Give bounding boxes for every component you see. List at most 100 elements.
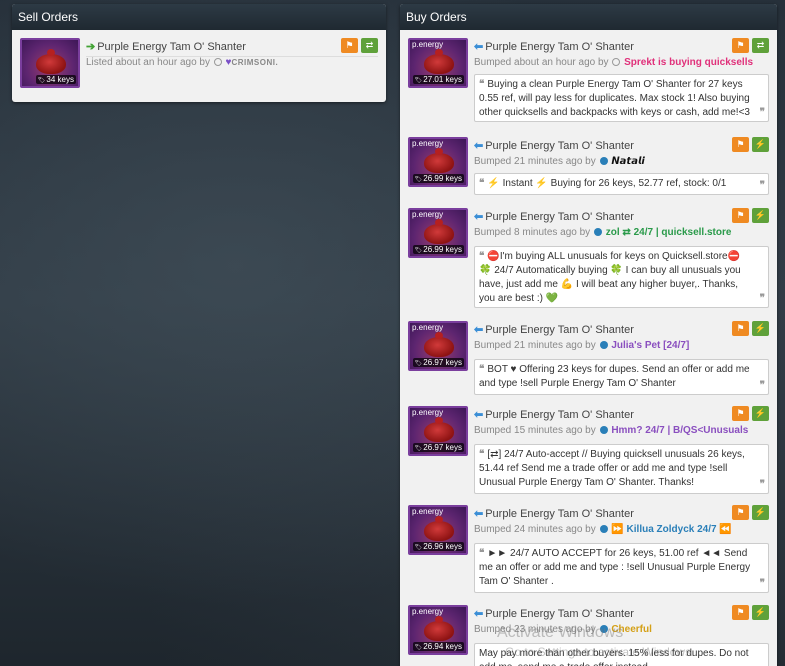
effect-label: p.energy [412, 323, 444, 332]
item-title[interactable]: ⬅ Purple Energy Tam O' Shanter [474, 607, 634, 620]
item-image[interactable]: p.energy 26.97 keys [408, 321, 468, 371]
status-dot [593, 228, 602, 236]
item-name: Purple Energy Tam O' Shanter [485, 409, 634, 421]
buyer-username[interactable]: Julia's Pet [24/7] [611, 340, 689, 351]
item-title[interactable]: ⬅ Purple Energy Tam O' Shanter [474, 139, 634, 152]
arrow-left-icon: ⬅ [474, 211, 484, 223]
bumped-time: Bumped 8 minutes ago by [474, 227, 591, 238]
quote-open-icon: ❝ [479, 364, 485, 375]
listing-actions: ⚑ ⚡ [732, 605, 769, 620]
item-title[interactable]: ⬅ Purple Energy Tam O' Shanter [474, 507, 634, 520]
item-title[interactable]: ⬅ Purple Energy Tam O' Shanter [474, 210, 634, 223]
status-dot [599, 525, 608, 533]
flag-icon[interactable]: ⚑ [732, 321, 749, 336]
lightning-icon[interactable]: ⚡ [752, 137, 769, 152]
buyer-username[interactable]: Cheerful [611, 624, 652, 635]
flag-icon[interactable]: ⚑ [732, 38, 749, 53]
item-image[interactable]: p.energy 26.97 keys [408, 406, 468, 456]
buyer-username[interactable]: Sprekt is buying quicksells [624, 57, 753, 68]
item-name: Purple Energy Tam O' Shanter [485, 324, 634, 336]
listing-actions: ⚑ ⇄ [732, 38, 769, 53]
effect-label: p.energy [412, 408, 444, 417]
bumped-time: Bumped 23 minutes ago by [474, 624, 596, 635]
lightning-icon[interactable]: ⚡ [752, 321, 769, 336]
buyer-username[interactable]: Hmm? 24/7 | B/QS<Unusuals [611, 425, 748, 436]
buy-listing: p.energy 26.99 keys ⬅Purple Energy Tam O… [408, 137, 769, 197]
quote-open-icon: ❝ [479, 449, 485, 460]
listing-actions: ⚑ ⚡ [732, 321, 769, 336]
item-image[interactable]: p.energy 27.01 keys [408, 38, 468, 88]
item-image[interactable]: p.energy 26.96 keys [408, 505, 468, 555]
flag-icon[interactable]: ⚑ [732, 208, 749, 223]
bumped-time: Bumped 21 minutes ago by [474, 156, 596, 167]
flag-icon[interactable]: ⚑ [732, 137, 749, 152]
flag-icon[interactable]: ⚑ [732, 505, 749, 520]
item-image[interactable]: p.energy 26.99 keys [408, 137, 468, 187]
listing-meta: Bumped 21 minutes ago by 𝙉𝙖𝙩𝙖𝙡𝙞 [474, 156, 645, 167]
sell-orders-title: Sell Orders [12, 4, 386, 30]
listing-meta: Bumped about an hour ago by Sprekt is bu… [474, 57, 753, 68]
seller-username[interactable]: CRIMSONI. [231, 58, 278, 67]
divider [86, 56, 378, 57]
lightning-icon[interactable]: ⚡ [752, 208, 769, 223]
item-title[interactable]: ⬅ Purple Energy Tam O' Shanter [474, 40, 634, 53]
listing-meta: Listed about an hour ago by ♥CRIMSONI. [86, 57, 278, 68]
item-title[interactable]: ➔ Purple Energy Tam O' Shanter [86, 40, 246, 53]
lightning-icon[interactable]: ⚡ [752, 605, 769, 620]
listing-details: ❝ ►► 24/7 AUTO ACCEPT for 26 keys, 51.00 … [474, 543, 769, 593]
hat-image [424, 516, 454, 541]
listing-message: ►► 24/7 AUTO ACCEPT for 26 keys, 51.00 r… [479, 548, 751, 587]
lightning-icon[interactable]: ⚡ [752, 505, 769, 520]
quote-close-icon: ❞ [759, 380, 765, 391]
status-dot [599, 157, 608, 165]
item-image[interactable]: 34 keys [20, 38, 80, 88]
arrow-left-icon: ⬅ [474, 324, 484, 336]
hat-image [424, 219, 454, 244]
transfer-icon[interactable]: ⇄ [752, 38, 769, 53]
buy-listing: p.energy 26.97 keys ⬅Purple Energy Tam O… [408, 406, 769, 498]
listing-actions: ⚑ ⚡ [732, 505, 769, 520]
quote-close-icon: ❞ [759, 293, 765, 304]
arrow-left-icon: ⬅ [474, 140, 484, 152]
price-tag: 26.97 keys [412, 358, 464, 367]
quote-close-icon: ❞ [759, 107, 765, 118]
listing-actions: ⚑ ⇄ [341, 38, 378, 53]
item-name: Purple Energy Tam O' Shanter [485, 140, 634, 152]
status-dot [599, 426, 608, 434]
flag-icon[interactable]: ⚑ [732, 406, 749, 421]
item-image[interactable]: p.energy 26.94 keys [408, 605, 468, 655]
buyer-username[interactable]: 𝙉𝙖𝙩𝙖𝙡𝙞 [611, 156, 645, 167]
transfer-icon[interactable]: ⇄ [361, 38, 378, 53]
status-dot [599, 341, 608, 349]
listing-actions: ⚑ ⚡ [732, 137, 769, 152]
hat-image [36, 49, 66, 74]
buy-listing: p.energy 27.01 keys ⬅Purple Energy Tam O… [408, 38, 769, 126]
quote-close-icon: ❞ [759, 180, 765, 191]
listing-message: ⛔I'm buying ALL unusuals for keys on Qui… [479, 251, 741, 304]
buy-orders-panel: Buy Orders p.energy 27.01 keys ⬅Purple E… [400, 4, 777, 666]
price-tag: 26.96 keys [412, 542, 464, 551]
flag-icon[interactable]: ⚑ [732, 605, 749, 620]
sell-orders-panel: Sell Orders 34 keys ➔Purple Energy Tam O… [12, 4, 386, 102]
arrow-right-icon: ➔ [86, 41, 96, 53]
buyer-username[interactable]: zol ⇄ 24/7 | quicksell.store [606, 227, 732, 238]
effect-label: p.energy [412, 507, 444, 516]
quote-open-icon: ❝ [479, 548, 485, 559]
item-image[interactable]: p.energy 26.99 keys [408, 208, 468, 258]
listing-meta: Bumped 23 minutes ago by Cheerful [474, 624, 652, 635]
sell-listing: 34 keys ➔Purple Energy Tam O' Shanter Li… [20, 38, 378, 88]
buyer-username[interactable]: ⏩ Killua Zoldyck 24/7 ⏪ [611, 524, 732, 535]
effect-label: p.energy [412, 40, 444, 49]
item-title[interactable]: ⬅ Purple Energy Tam O' Shanter [474, 323, 634, 336]
lightning-icon[interactable]: ⚡ [752, 406, 769, 421]
arrow-left-icon: ⬅ [474, 409, 484, 421]
activate-windows-subtext: Go to Settings to activate Windows. [505, 645, 695, 659]
bumped-time: Bumped 24 minutes ago by [474, 524, 596, 535]
bumped-time: Bumped 21 minutes ago by [474, 340, 596, 351]
hat-image [424, 616, 454, 641]
flag-icon[interactable]: ⚑ [341, 38, 358, 53]
item-title[interactable]: ⬅ Purple Energy Tam O' Shanter [474, 408, 634, 421]
listing-message: ⚡ Instant ⚡ Buying for 26 keys, 52.77 re… [487, 178, 727, 189]
quote-close-icon: ❞ [759, 578, 765, 589]
price-tag: 27.01 keys [412, 75, 464, 84]
